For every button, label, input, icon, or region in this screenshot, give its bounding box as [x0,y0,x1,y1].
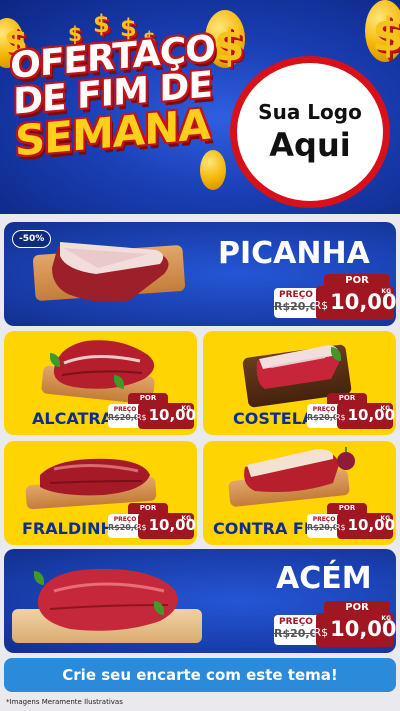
unit-label: KG [380,515,390,522]
product-card-costela[interactable]: COSTELA POR PREÇO R$20,00 R$ 10,00 KG [203,331,396,435]
product-name: ALCATRA [32,409,114,428]
cta-banner[interactable]: Crie seu encarte com este tema! [4,658,396,692]
current-price: R$ 10,00 KG [313,613,396,647]
old-price-box: PREÇO R$20,00 [274,288,325,318]
unit-label: KG [181,515,191,522]
currency-symbol: R$ [334,413,346,422]
dollar-icon: $ [214,20,245,71]
dollar-icon: $ [93,10,110,38]
contra-file-meat-image [244,449,339,492]
unit-label: KG [381,615,391,622]
red-onion-icon [337,447,355,470]
old-price: R$20,00 [274,627,325,640]
product-card-alcatra[interactable]: ALCATRA POR PREÇO R$20,00 R$ 10,00 KG [4,331,197,435]
unit-label: KG [380,405,390,412]
acem-meat-image [37,568,178,631]
price-tag: POR PREÇO R$20,00 R$ 10,00 KG [108,393,196,429]
product-card-picanha[interactable]: -50% PICANHA POR PREÇO R$20,00 R$ 10,00 … [4,222,396,326]
current-price: R$ 10,00 KG [135,513,196,539]
current-price: R$ 10,00 KG [313,286,396,320]
old-price-box: PREÇO R$20,00 [274,615,325,645]
picanha-meat-image [52,242,169,302]
logo-text-line-1: Sua Logo [258,100,362,124]
price-tag: POR PREÇO R$20,00 R$ 10,00 KG [274,601,396,647]
current-price: R$ 10,00 KG [334,513,395,539]
logo-text-line-2: Aqui [269,126,351,164]
coin-icon [200,150,226,190]
currency-symbol: R$ [313,626,329,639]
product-name: ACÉM [276,561,372,596]
dollar-icon: $ [372,8,400,62]
currency-symbol: R$ [313,299,329,312]
price-tag: POR PREÇO R$20,00 R$ 10,00 KG [274,274,396,320]
unit-label: KG [381,288,391,295]
price-tag: POR PREÇO R$20,00 R$ 10,00 KG [307,393,395,429]
logo-placeholder[interactable]: Sua Logo Aqui [230,56,390,208]
currency-symbol: R$ [135,523,147,532]
unit-label: KG [181,405,191,412]
currency-symbol: R$ [135,413,147,422]
currency-symbol: R$ [334,523,346,532]
current-price: R$ 10,00 KG [135,403,196,429]
alcatra-meat-image [53,340,155,389]
product-card-contra-file[interactable]: CONTRA FILÉ POR PREÇO R$20,00 R$ 10,00 K… [203,441,396,545]
header-banner: $ $ $ $ $ $ $ OFERTAÇO DE FIM DE SEMANA … [0,0,400,214]
discount-badge: -50% [12,230,52,248]
footnote: *Imagens Meramente Ilustrativas [6,698,123,706]
headline: OFERTAÇO DE FIM DE SEMANA [10,28,215,165]
product-name: PICANHA [218,236,370,271]
product-name: COSTELA [233,409,315,428]
preco-label: PREÇO [113,406,137,413]
preco-label: PREÇO [279,290,313,300]
price-tag: POR PREÇO R$20,00 R$ 10,00 KG [307,503,395,539]
preco-label: PREÇO [312,516,336,523]
preco-label: PREÇO [113,516,137,523]
product-card-acem[interactable]: ACÉM POR PREÇO R$20,00 R$ 10,00 KG [4,549,396,653]
fraldinha-meat-image [40,458,150,496]
product-card-fraldinha[interactable]: FRALDINHA POR PREÇO R$20,00 R$ 10,00 KG [4,441,197,545]
price-tag: POR PREÇO R$20,00 R$ 10,00 KG [108,503,196,539]
preco-label: PREÇO [279,617,313,627]
old-price: R$20,00 [274,300,325,313]
current-price: R$ 10,00 KG [334,403,395,429]
preco-label: PREÇO [312,406,336,413]
